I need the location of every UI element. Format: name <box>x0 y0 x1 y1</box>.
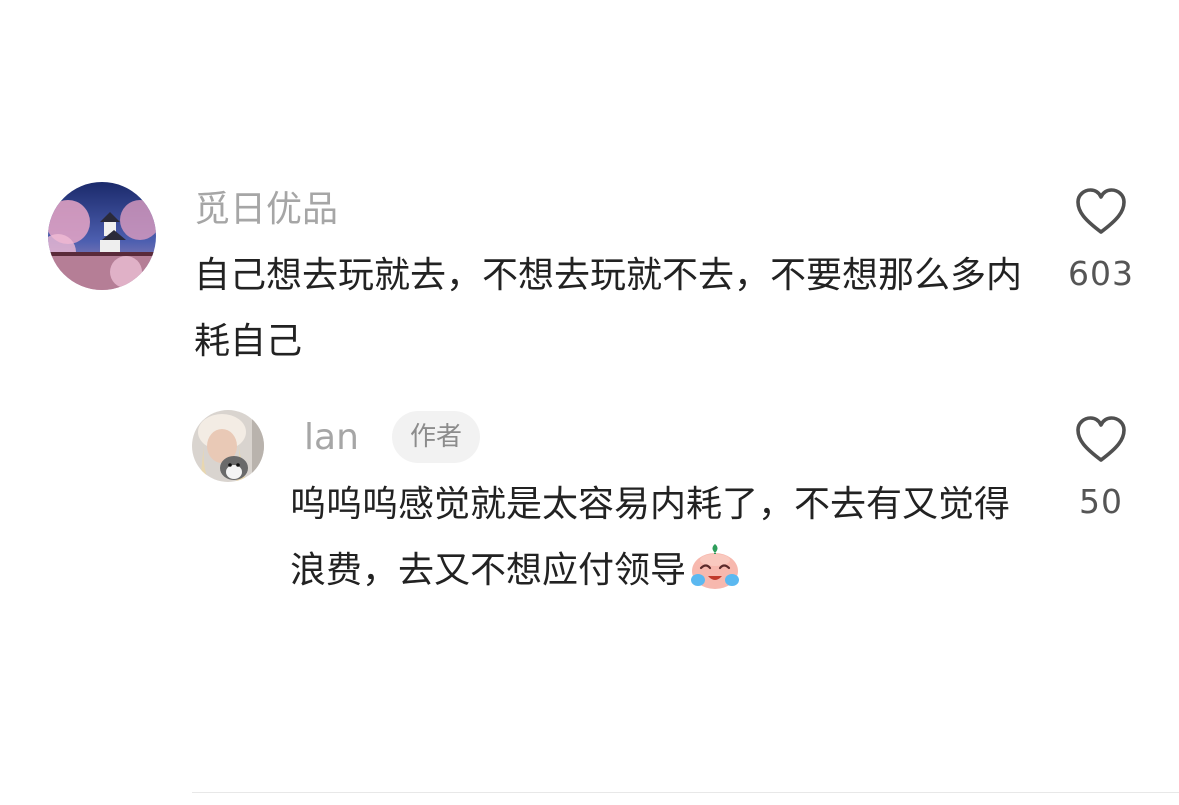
divider <box>192 792 1179 793</box>
author-badge: 作者 <box>392 411 481 463</box>
username[interactable]: 觅日优品 <box>194 188 338 232</box>
like-button[interactable]: 50 <box>1056 416 1146 522</box>
avatar[interactable] <box>48 182 156 290</box>
heart-outline-icon <box>1076 416 1126 462</box>
like-count: 50 <box>1079 482 1123 521</box>
like-count: 603 <box>1068 254 1134 293</box>
girl-with-cat-photo <box>192 410 264 482</box>
avatar[interactable] <box>192 410 264 482</box>
comment-text[interactable]: 自己想去玩就去，不想去玩就不去，不要想那么多内耗自己 <box>194 243 1024 375</box>
username[interactable]: lan <box>304 416 359 460</box>
comment-item[interactable]: 觅日优品 自己想去玩就去，不想去玩就不去，不要想那么多内耗自己 603 <box>0 0 1179 380</box>
crying-face-emoji <box>691 544 740 589</box>
cherry-blossom-castle-photo <box>48 182 156 290</box>
like-button[interactable]: 603 <box>1056 188 1146 294</box>
heart-outline-icon <box>1076 188 1126 234</box>
reply-text-content: 呜呜呜感觉就是太容易内耗了，不去有又觉得浪费，去又不想应付领导 <box>290 484 1011 591</box>
reply-text[interactable]: 呜呜呜感觉就是太容易内耗了，不去有又觉得浪费，去又不想应付领导 <box>290 472 1030 604</box>
reply-item[interactable]: lan 作者 呜呜呜感觉就是太容易内耗了，不去有又觉得浪费，去又不想应付领导 5… <box>0 400 1179 620</box>
